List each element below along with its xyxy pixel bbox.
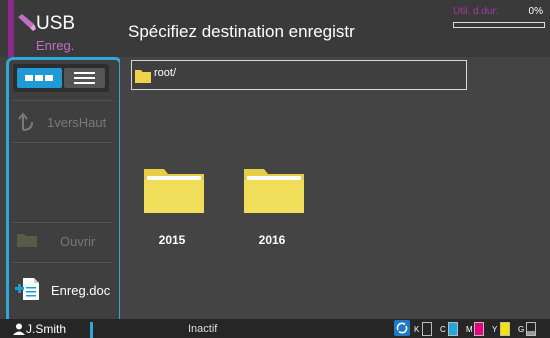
page-title: Spécifiez destination enregistr <box>128 22 355 41</box>
usb-save-screen: USB Enreg. 1versHaut Ouvrir Enreg.doc Sp… <box>0 0 550 338</box>
folder-label: 2015 <box>158 233 186 247</box>
mode-accent-bar <box>8 0 14 57</box>
ink-letter: K <box>414 325 420 334</box>
folder-icon <box>244 169 304 213</box>
user-icon <box>13 323 25 335</box>
folder-icon <box>144 169 204 213</box>
current-path: root/ <box>154 67 177 79</box>
folder-icon <box>135 70 151 83</box>
ink-gauge <box>422 322 432 336</box>
ink-letter: G <box>518 325 525 334</box>
disk-usage-percent: 0% <box>528 6 543 17</box>
ink-letter: C <box>440 325 446 334</box>
file-browser: root/ 2015 2016 <box>120 57 550 319</box>
user-name[interactable]: J.Smith <box>26 322 66 336</box>
ink-gauge-fill <box>475 323 483 335</box>
printer-status: Inactif <box>188 323 218 335</box>
mode-title: USB <box>36 13 76 34</box>
ink-letter: Y <box>492 325 498 334</box>
highlight-frame <box>6 57 122 325</box>
folder-item[interactable]: 2015 <box>140 167 210 257</box>
ink-gauge <box>500 322 510 336</box>
folder-label: 2016 <box>258 233 286 247</box>
path-bar: root/ <box>131 60 467 90</box>
ink-gauge <box>448 322 458 336</box>
ink-letter: M <box>466 325 473 334</box>
disk-usage-bar <box>453 22 545 28</box>
left-panel: USB Enreg. 1versHaut Ouvrir Enreg.doc <box>0 0 122 338</box>
highlight-leader <box>90 322 93 338</box>
mode-subtitle: Enreg. <box>36 38 75 53</box>
folder-item[interactable]: 2016 <box>240 167 310 257</box>
disk-usage: Util. d.dur: 0% <box>453 6 547 36</box>
header: Spécifiez destination enregistr Util. d.… <box>120 0 550 57</box>
ink-gauge-fill <box>449 323 457 335</box>
ink-gauge-fill <box>501 323 509 335</box>
ink-gauge-fill <box>527 331 535 335</box>
ink-gauge <box>474 322 484 336</box>
ink-gauge <box>526 322 536 336</box>
mode-tab[interactable]: USB Enreg. <box>0 0 120 57</box>
status-bar: J.Smith Inactif K C M Y G <box>0 319 550 338</box>
sync-icon[interactable] <box>394 320 410 336</box>
disk-usage-label: Util. d.dur: <box>453 6 499 17</box>
ink-levels: KCMYG <box>392 319 550 338</box>
